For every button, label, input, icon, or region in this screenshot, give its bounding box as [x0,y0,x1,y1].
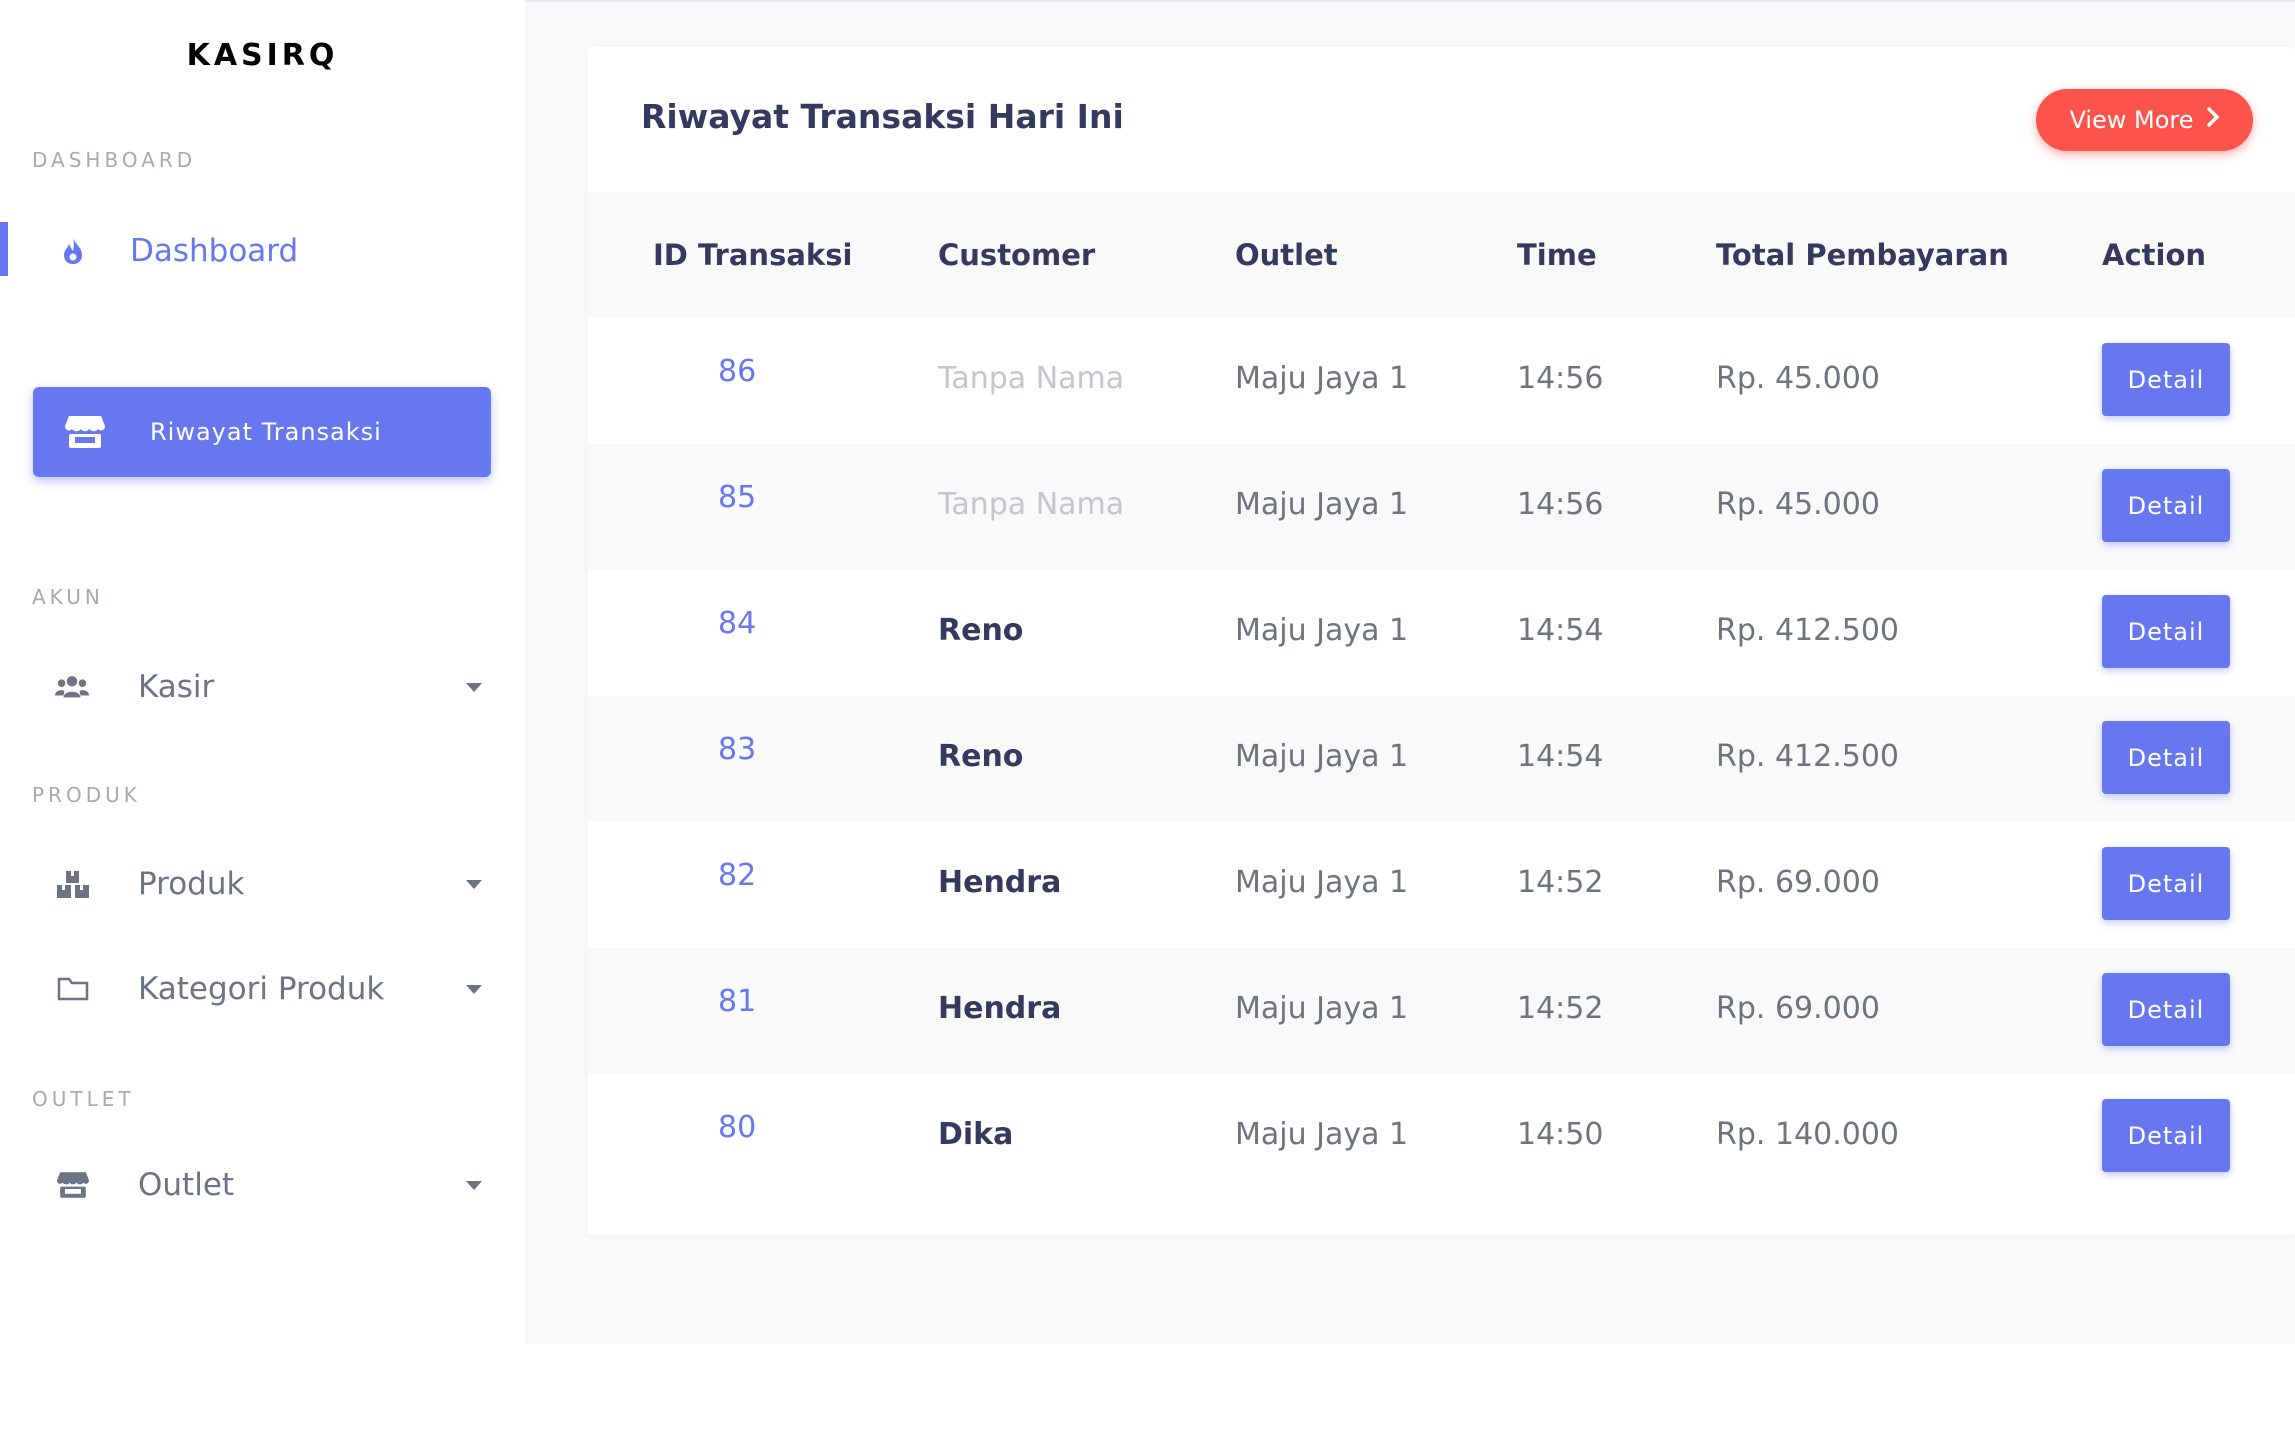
customer-name: Dika [938,1117,1014,1152]
transaction-time: 14:50 [1517,1117,1604,1152]
table-row: 84 Reno Maju Jaya 1 14:54 Rp. 412.500 De… [588,570,2295,696]
outlet-name: Maju Jaya 1 [1235,487,1409,522]
total-payment: Rp. 69.000 [1716,865,1880,900]
table-row: 80 Dika Maju Jaya 1 14:50 Rp. 140.000 De… [588,1074,2295,1200]
header-outlet: Outlet [1235,238,1338,272]
table-row: 83 Reno Maju Jaya 1 14:54 Rp. 412.500 De… [588,696,2295,822]
chevron-down-icon [466,879,482,889]
sidebar-item-dashboard[interactable]: Dashboard [0,216,525,286]
view-more-label: View More [2069,106,2194,134]
sidebar-item-outlet[interactable]: Outlet [0,1150,525,1220]
total-payment: Rp. 412.500 [1716,739,1900,774]
outlet-name: Maju Jaya 1 [1235,991,1409,1026]
transaction-time: 14:52 [1517,991,1604,1026]
sidebar-item-kategori-produk[interactable]: Kategori Produk [0,954,525,1024]
transaction-time: 14:52 [1517,865,1604,900]
total-payment: Rp. 45.000 [1716,361,1880,396]
customer-name: Reno [938,739,1024,774]
table-row: 82 Hendra Maju Jaya 1 14:52 Rp. 69.000 D… [588,822,2295,948]
table-row: 81 Hendra Maju Jaya 1 14:52 Rp. 69.000 D… [588,948,2295,1074]
users-icon [54,669,90,705]
riwayat-transaksi-label: Riwayat Transaksi [150,418,382,446]
store-icon [55,1167,91,1203]
total-payment: Rp. 45.000 [1716,487,1880,522]
customer-name: Tanpa Nama [938,361,1125,396]
total-payment: Rp. 140.000 [1716,1117,1900,1152]
sidebar-item-label: Kategori Produk [138,971,385,1007]
menu-header-produk: PRODUK [32,783,141,807]
menu-header-dashboard: DASHBOARD [32,148,197,172]
sidebar: KASIRQ DASHBOARD Dashboard Riwayat Trans… [0,0,525,1342]
customer-name: Tanpa Nama [938,487,1125,522]
menu-header-outlet: OUTLET [32,1087,135,1111]
transaction-id[interactable]: 80 [718,1074,756,1200]
outlet-name: Maju Jaya 1 [1235,613,1409,648]
sidebar-item-kasir[interactable]: Kasir [0,652,525,722]
sidebar-item-label: Produk [138,866,245,902]
table-row: 86 Tanpa Nama Maju Jaya 1 14:56 Rp. 45.0… [588,318,2295,444]
transaction-id[interactable]: 81 [718,948,756,1074]
sidebar-item-label: Kasir [138,669,215,705]
header-action: Action [2102,238,2207,272]
table-header: ID Transaksi Customer Outlet Time Total … [588,192,2295,318]
customer-name: Hendra [938,991,1062,1026]
transaction-time: 14:54 [1517,739,1604,774]
table-row: 85 Tanpa Nama Maju Jaya 1 14:56 Rp. 45.0… [588,444,2295,570]
transaction-id[interactable]: 86 [718,318,756,444]
chevron-down-icon [466,1180,482,1190]
detail-button[interactable]: Detail [2102,595,2230,668]
fire-icon [55,233,91,269]
header-total: Total Pembayaran [1716,238,2009,272]
riwayat-transaksi-button[interactable]: Riwayat Transaksi [33,387,491,477]
detail-button[interactable]: Detail [2102,343,2230,416]
menu-header-akun: AKUN [32,585,104,609]
outlet-name: Maju Jaya 1 [1235,739,1409,774]
total-payment: Rp. 412.500 [1716,613,1900,648]
detail-button[interactable]: Detail [2102,847,2230,920]
outlet-name: Maju Jaya 1 [1235,865,1409,900]
total-payment: Rp. 69.000 [1716,991,1880,1026]
chevron-down-icon [466,984,482,994]
outlet-name: Maju Jaya 1 [1235,1117,1409,1152]
store-icon [63,412,107,452]
transaction-id[interactable]: 84 [718,570,756,696]
transaction-id[interactable]: 83 [718,696,756,822]
transaction-time: 14:54 [1517,613,1604,648]
transaction-id[interactable]: 82 [718,822,756,948]
header-id: ID Transaksi [653,238,853,272]
header-time: Time [1517,238,1597,272]
detail-button[interactable]: Detail [2102,1099,2230,1172]
customer-name: Reno [938,613,1024,648]
chevron-right-icon [2206,106,2220,134]
header-customer: Customer [938,238,1096,272]
customer-name: Hendra [938,865,1062,900]
brand-logo[interactable]: KASIRQ [0,38,525,73]
detail-button[interactable]: Detail [2102,469,2230,542]
transaction-id[interactable]: 85 [718,444,756,570]
detail-button[interactable]: Detail [2102,721,2230,794]
folder-icon [55,971,91,1007]
boxes-icon [55,866,91,902]
transaction-history-card: Riwayat Transaksi Hari Ini View More ID … [588,47,2295,1235]
transaction-time: 14:56 [1517,487,1604,522]
sidebar-item-label: Dashboard [130,233,299,269]
outlet-name: Maju Jaya 1 [1235,361,1409,396]
detail-button[interactable]: Detail [2102,973,2230,1046]
view-more-button[interactable]: View More [2036,89,2253,151]
sidebar-item-produk[interactable]: Produk [0,849,525,919]
card-title: Riwayat Transaksi Hari Ini [641,97,1124,136]
sidebar-item-label: Outlet [138,1167,235,1203]
chevron-down-icon [466,682,482,692]
transaction-time: 14:56 [1517,361,1604,396]
